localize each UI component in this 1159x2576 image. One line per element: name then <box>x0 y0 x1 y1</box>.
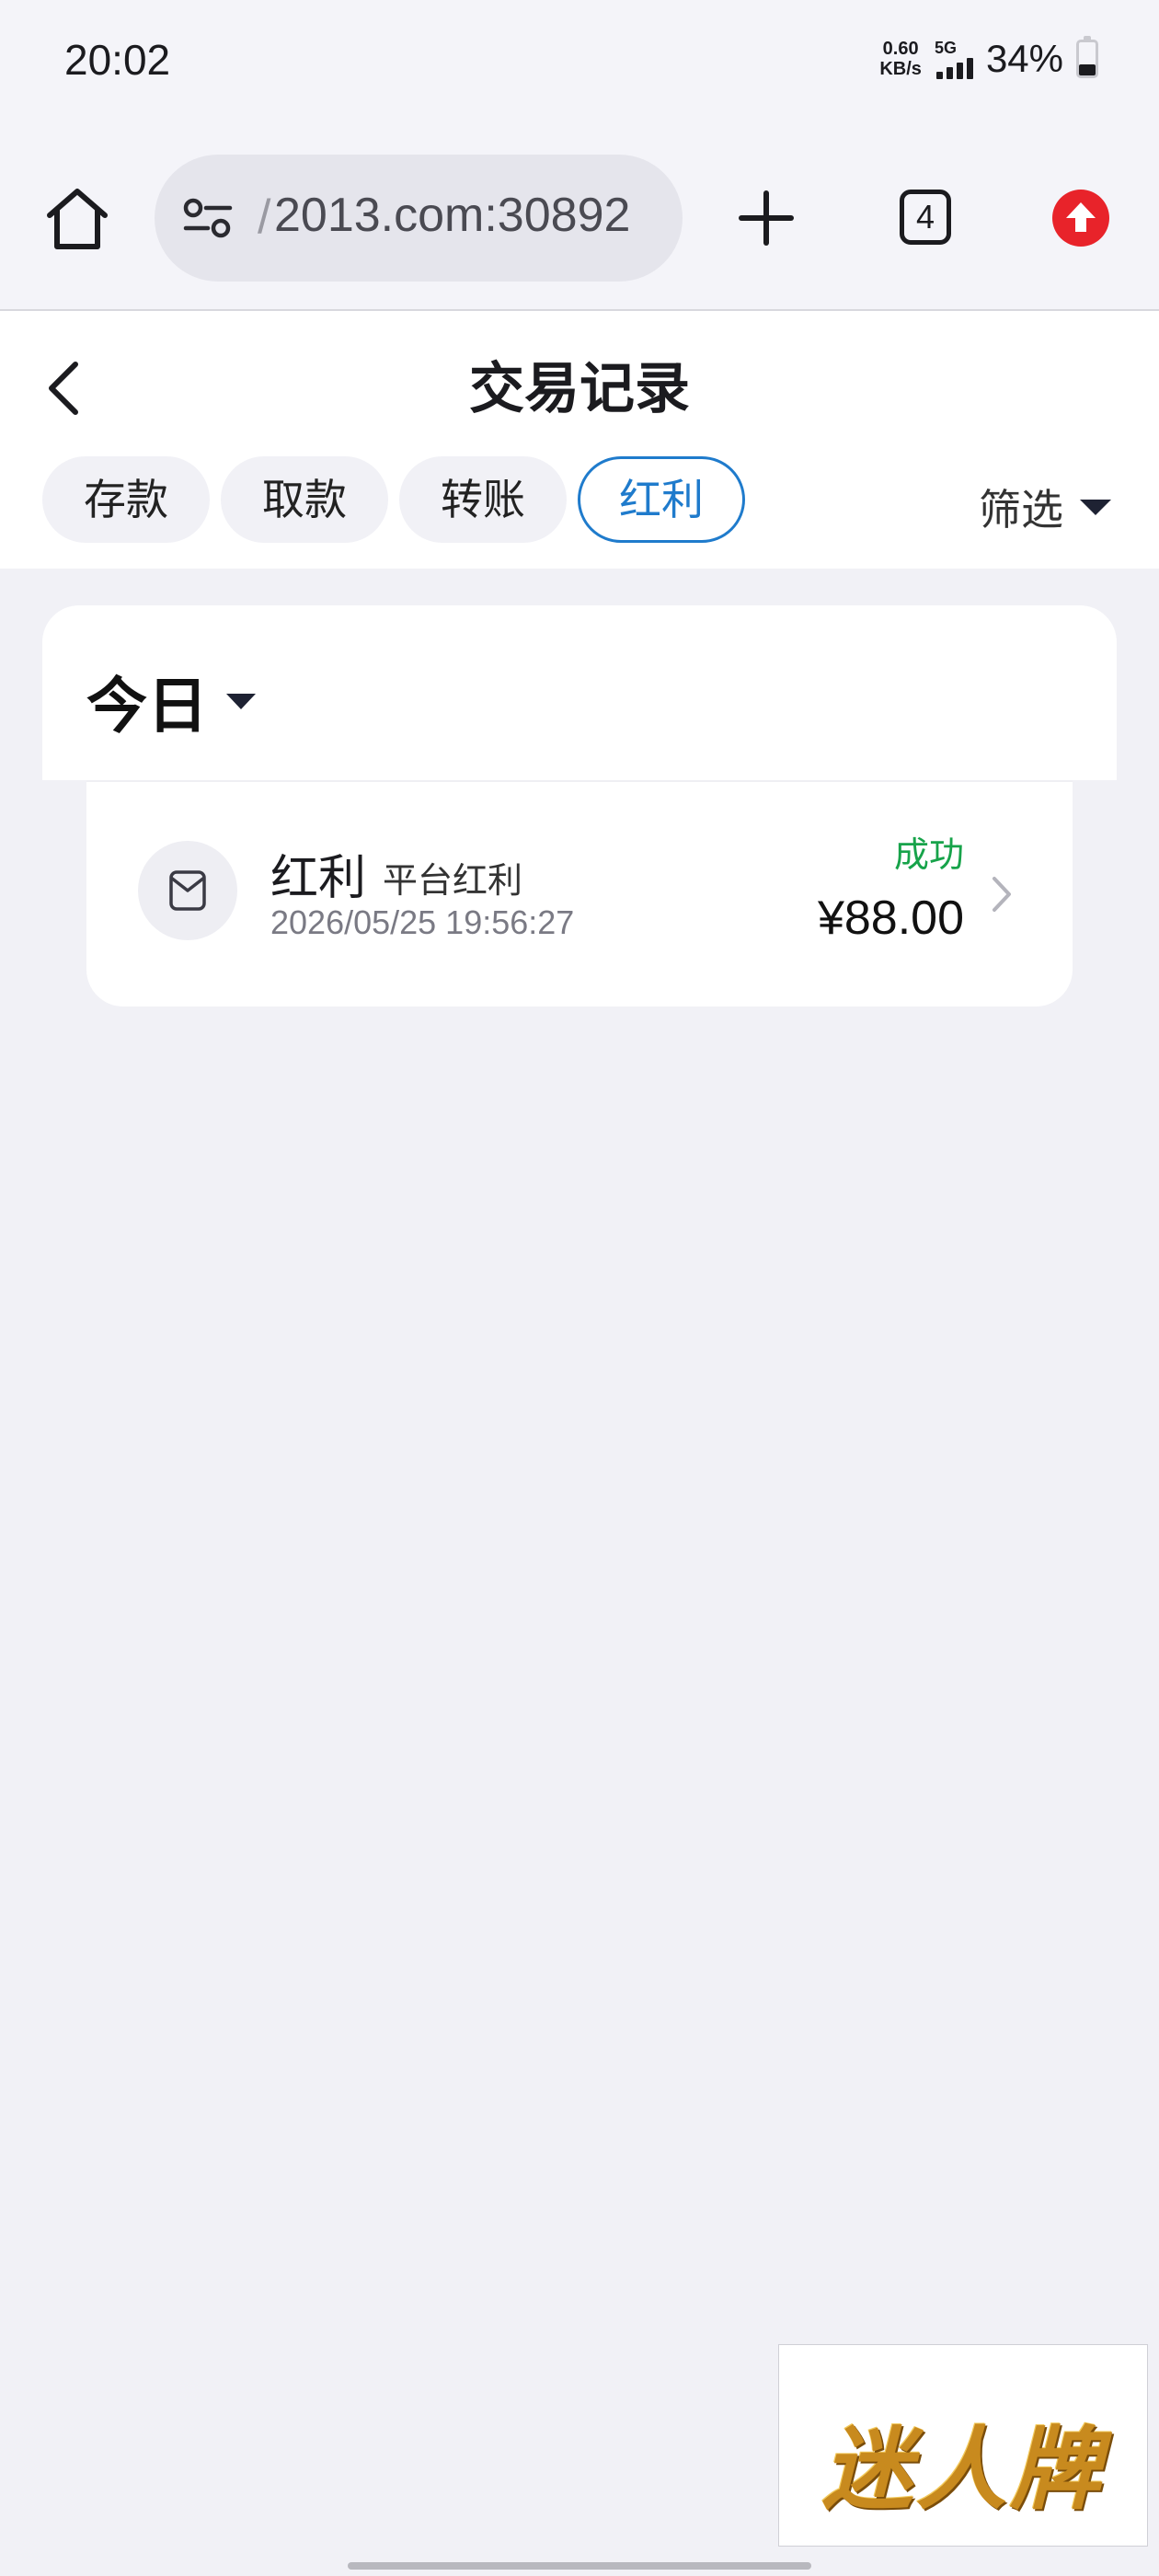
transaction-amount: ¥88.00 <box>817 891 964 945</box>
page-header: 交易记录 存款 取款 转账 红利 筛选 <box>0 311 1159 569</box>
period-label: 今日 <box>86 671 208 742</box>
battery-percent: 34% <box>985 37 1063 80</box>
filter-label: 筛选 <box>979 485 1063 535</box>
arrow-up-icon <box>1066 202 1096 232</box>
update-button[interactable] <box>1052 190 1109 247</box>
period-selector[interactable]: 今日 <box>86 657 256 745</box>
tab-deposit[interactable]: 存款 <box>42 456 210 543</box>
tab-switcher-button[interactable]: 4 <box>900 190 951 245</box>
home-button[interactable] <box>42 184 112 254</box>
caret-down-icon <box>1080 499 1111 515</box>
home-icon <box>47 189 108 249</box>
wallet-icon <box>138 841 237 940</box>
transaction-subtype: 平台红利 <box>383 860 523 901</box>
period-section: 今日 <box>42 605 1117 780</box>
network-speed-unit: KB/s <box>879 59 922 79</box>
transaction-status: 成功 <box>893 834 964 875</box>
tune-icon[interactable] <box>182 197 234 239</box>
new-tab-button[interactable] <box>736 188 797 248</box>
battery-level <box>1079 63 1096 75</box>
plus-icon <box>739 190 794 246</box>
url-prefix: / <box>258 190 271 244</box>
network-type: 5G <box>934 39 957 57</box>
page-title: 交易记录 <box>469 357 690 421</box>
transaction-type: 红利 <box>270 851 367 906</box>
transaction-time: 2026/05/25 19:56:27 <box>270 903 575 941</box>
url-text[interactable]: 2013.com:30892 <box>274 188 668 243</box>
network-speed: 0.60 KB/s <box>879 39 922 79</box>
filter-button[interactable]: 筛选 <box>979 477 1111 537</box>
caret-down-icon <box>226 693 256 709</box>
transaction-item[interactable]: 红利 平台红利 2026/05/25 19:56:27 成功 ¥88.00 <box>86 780 1073 1006</box>
address-bar[interactable]: / 2013.com:30892 <box>155 155 683 282</box>
status-time: 20:02 <box>64 36 171 84</box>
status-indicators: 0.60 KB/s 5G 34% <box>879 36 1098 81</box>
watermark-logo: 迷人牌 <box>778 2344 1148 2547</box>
tab-withdraw[interactable]: 取款 <box>221 456 388 543</box>
tab-transfer[interactable]: 转账 <box>399 456 567 543</box>
gesture-bar <box>348 2562 811 2570</box>
battery-icon <box>1076 36 1098 78</box>
status-bar: 20:02 0.60 KB/s 5G 34% <box>0 0 1159 129</box>
watermark-text: 迷人牌 <box>821 2418 1104 2523</box>
chevron-right-icon <box>993 877 1011 912</box>
signal-icon: 5G <box>935 39 973 79</box>
signal-bars <box>935 58 973 79</box>
browser-toolbar: / 2013.com:30892 4 <box>0 129 1159 311</box>
tab-bonus[interactable]: 红利 <box>578 456 745 543</box>
network-speed-value: 0.60 <box>882 39 919 59</box>
